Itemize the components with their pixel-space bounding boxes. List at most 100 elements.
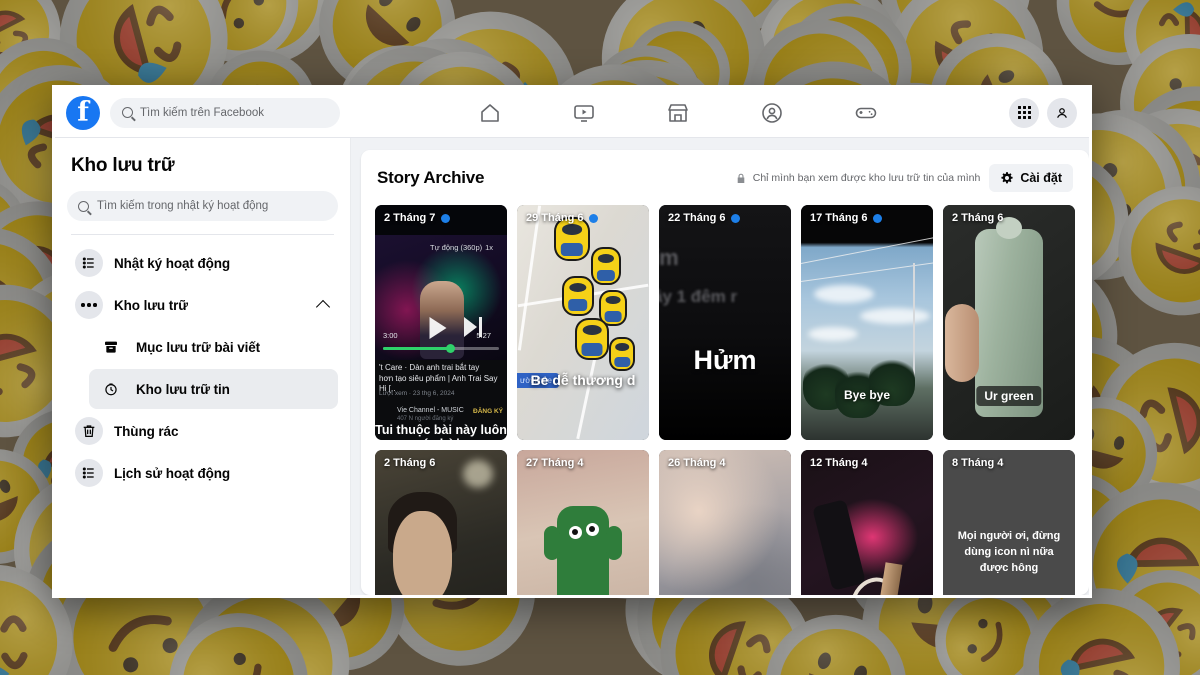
sidebar-item-label: Lịch sử hoạt động xyxy=(114,465,231,481)
panel-title: Story Archive xyxy=(377,168,485,187)
activity-search-input[interactable]: Tìm kiếm trong nhật ký hoạt động xyxy=(67,191,338,221)
activity-search-placeholder: Tìm kiếm trong nhật ký hoạt động xyxy=(97,200,269,212)
settings-button[interactable]: Cài đặt xyxy=(989,164,1073,192)
story-thumbnail: Bye bye xyxy=(801,205,933,440)
sidebar-item-label: Nhật ký hoạt động xyxy=(114,255,231,271)
story-thumbnail xyxy=(517,450,649,595)
story-thumbnail: ười khỏe Be dễ thương d xyxy=(517,205,649,440)
facebook-logo-icon[interactable] xyxy=(66,95,100,130)
yt-speed: 1x xyxy=(485,243,493,252)
story-thumbnail: Mọi người ơi, đừng dùng icon nì nữa được… xyxy=(943,450,1075,595)
yt-quality: Tự động (360p) xyxy=(430,243,483,252)
yt-time-total: 5:27 xyxy=(476,331,491,340)
story-thumbnail: Ur green xyxy=(943,205,1075,440)
sidebar: Kho lưu trữ Tìm kiếm trong nhật ký hoạt … xyxy=(55,138,351,595)
story-date: 26 Tháng 4 xyxy=(668,457,725,469)
archive-box-icon xyxy=(97,333,125,361)
story-date: 8 Tháng 4 xyxy=(952,457,1003,469)
sidebar-item-archive[interactable]: Kho lưu trữ xyxy=(67,285,338,325)
seen-dot-icon xyxy=(441,213,451,223)
story-card[interactable]: Mọi người ơi, đừng dùng icon nì nữa được… xyxy=(943,450,1075,595)
sidebar-item-label: Kho lưu trữ tin xyxy=(136,381,230,397)
seen-dot-icon xyxy=(731,213,741,223)
grid-menu-icon[interactable] xyxy=(1009,97,1039,128)
facebook-window: Tìm kiếm trên Facebook xyxy=(52,85,1092,598)
story-card[interactable]: 12 Tháng 4 xyxy=(801,450,933,595)
settings-label: Cài đặt xyxy=(1020,171,1062,185)
privacy-note: Chỉ mình bạn xem được kho lưu trữ tin củ… xyxy=(735,172,981,185)
groups-icon[interactable] xyxy=(759,100,785,126)
sidebar-item-archived-posts[interactable]: Mục lưu trữ bài viết xyxy=(89,327,338,367)
story-date-text: 26 Tháng 4 xyxy=(668,457,726,469)
story-date: 12 Tháng 4 xyxy=(810,457,867,469)
story-date-text: 2 Tháng 6 xyxy=(952,212,1004,224)
list-icon xyxy=(75,459,103,487)
yt-channel: Vie Channel - MUSIC xyxy=(397,407,464,414)
seen-dot-icon xyxy=(873,213,883,223)
story-caption: Be dễ thương d xyxy=(530,372,636,388)
story-thumbnail xyxy=(659,450,791,595)
panel-header: Story Archive Chỉ mình bạn xem được kho … xyxy=(375,162,1075,192)
story-date: 2 Tháng 6 xyxy=(384,457,435,469)
search-placeholder: Tìm kiếm trên Facebook xyxy=(140,106,264,119)
story-grid: Tự động (360p) 1x 3:00 5:27 't Care · Dà… xyxy=(375,205,1075,595)
story-date-text: 27 Tháng 4 xyxy=(526,457,584,469)
story-thumbnail xyxy=(375,450,507,595)
story-caption: Ur green xyxy=(976,386,1042,406)
main-content: Story Archive Chỉ mình bạn xem được kho … xyxy=(351,138,1089,595)
clock-icon xyxy=(97,375,125,403)
story-card[interactable]: Ur green 2 Tháng 6 xyxy=(943,205,1075,440)
story-card[interactable]: Bye bye 17 Tháng 6 xyxy=(801,205,933,440)
lock-icon xyxy=(737,173,745,183)
story-caption: Bye bye xyxy=(843,388,891,402)
story-archive-panel: Story Archive Chỉ mình bạn xem được kho … xyxy=(361,150,1089,595)
story-date: 27 Tháng 4 xyxy=(526,457,583,469)
topbar-actions xyxy=(1009,97,1077,128)
story-message: Mọi người ơi, đừng dùng icon nì nữa được… xyxy=(957,529,1061,574)
story-thumbnail: ỉm ây 1 đêm r Hửm xyxy=(659,205,791,440)
yt-views: Lượt xem · 23 thg 6, 2024 xyxy=(379,390,455,397)
yt-subs: 407 N người đăng ký xyxy=(397,416,454,422)
marketplace-icon[interactable] xyxy=(665,100,691,126)
story-thumbnail: Tự động (360p) 1x 3:00 5:27 't Care · Dà… xyxy=(375,205,507,440)
story-card[interactable]: 26 Tháng 4 xyxy=(659,450,791,595)
home-icon[interactable] xyxy=(477,100,503,126)
story-date-text: 2 Tháng 7 xyxy=(384,212,436,224)
story-card[interactable]: 27 Tháng 4 xyxy=(517,450,649,595)
seen-dot-icon xyxy=(589,213,599,223)
sidebar-item-label: Thùng rác xyxy=(114,423,179,439)
sidebar-item-activity-history[interactable]: Lịch sử hoạt động xyxy=(67,453,338,493)
story-caption: Hửm xyxy=(693,345,757,375)
search-input[interactable]: Tìm kiếm trên Facebook xyxy=(110,97,340,128)
top-nav xyxy=(346,100,1009,126)
story-date: 17 Tháng 6 xyxy=(810,212,883,224)
chevron-up-icon[interactable] xyxy=(315,299,331,315)
story-thumbnail xyxy=(801,450,933,595)
list-icon xyxy=(75,249,103,277)
yt-time-current: 3:00 xyxy=(383,331,398,340)
story-card[interactable]: Tự động (360p) 1x 3:00 5:27 't Care · Dà… xyxy=(375,205,507,440)
panel-header-actions: Chỉ mình bạn xem được kho lưu trữ tin củ… xyxy=(735,164,1073,192)
yt-comment: Tui thuộc bài này luôn á chời xyxy=(375,423,507,440)
search-icon xyxy=(122,107,133,118)
dots-icon xyxy=(75,291,103,319)
sidebar-item-trash[interactable]: Thùng rác xyxy=(67,411,338,451)
facebook-topbar: Tìm kiếm trên Facebook xyxy=(55,88,1089,138)
story-date: 29 Tháng 6 xyxy=(526,212,599,224)
gaming-icon[interactable] xyxy=(853,100,879,126)
story-date: 2 Tháng 7 xyxy=(384,212,451,224)
window-body: Kho lưu trữ Tìm kiếm trong nhật ký hoạt … xyxy=(55,138,1089,595)
trash-icon xyxy=(75,417,103,445)
privacy-note-text: Chỉ mình bạn xem được kho lưu trữ tin củ… xyxy=(752,172,981,184)
story-card[interactable]: ười khỏe Be dễ thương d 29 Tháng 6 xyxy=(517,205,649,440)
sidebar-item-activity-log[interactable]: Nhật ký hoạt động xyxy=(67,243,338,283)
story-card[interactable]: ỉm ây 1 đêm r Hửm 22 Tháng 6 xyxy=(659,205,791,440)
account-icon[interactable] xyxy=(1047,97,1077,128)
sidebar-item-story-archive[interactable]: Kho lưu trữ tin xyxy=(89,369,338,409)
search-icon xyxy=(78,200,89,212)
story-card[interactable]: 2 Tháng 6 xyxy=(375,450,507,595)
video-icon[interactable] xyxy=(571,100,597,126)
page-title: Kho lưu trữ xyxy=(71,155,175,176)
story-date-text: 29 Tháng 6 xyxy=(526,212,584,224)
story-date-text: 8 Tháng 4 xyxy=(952,457,1004,469)
